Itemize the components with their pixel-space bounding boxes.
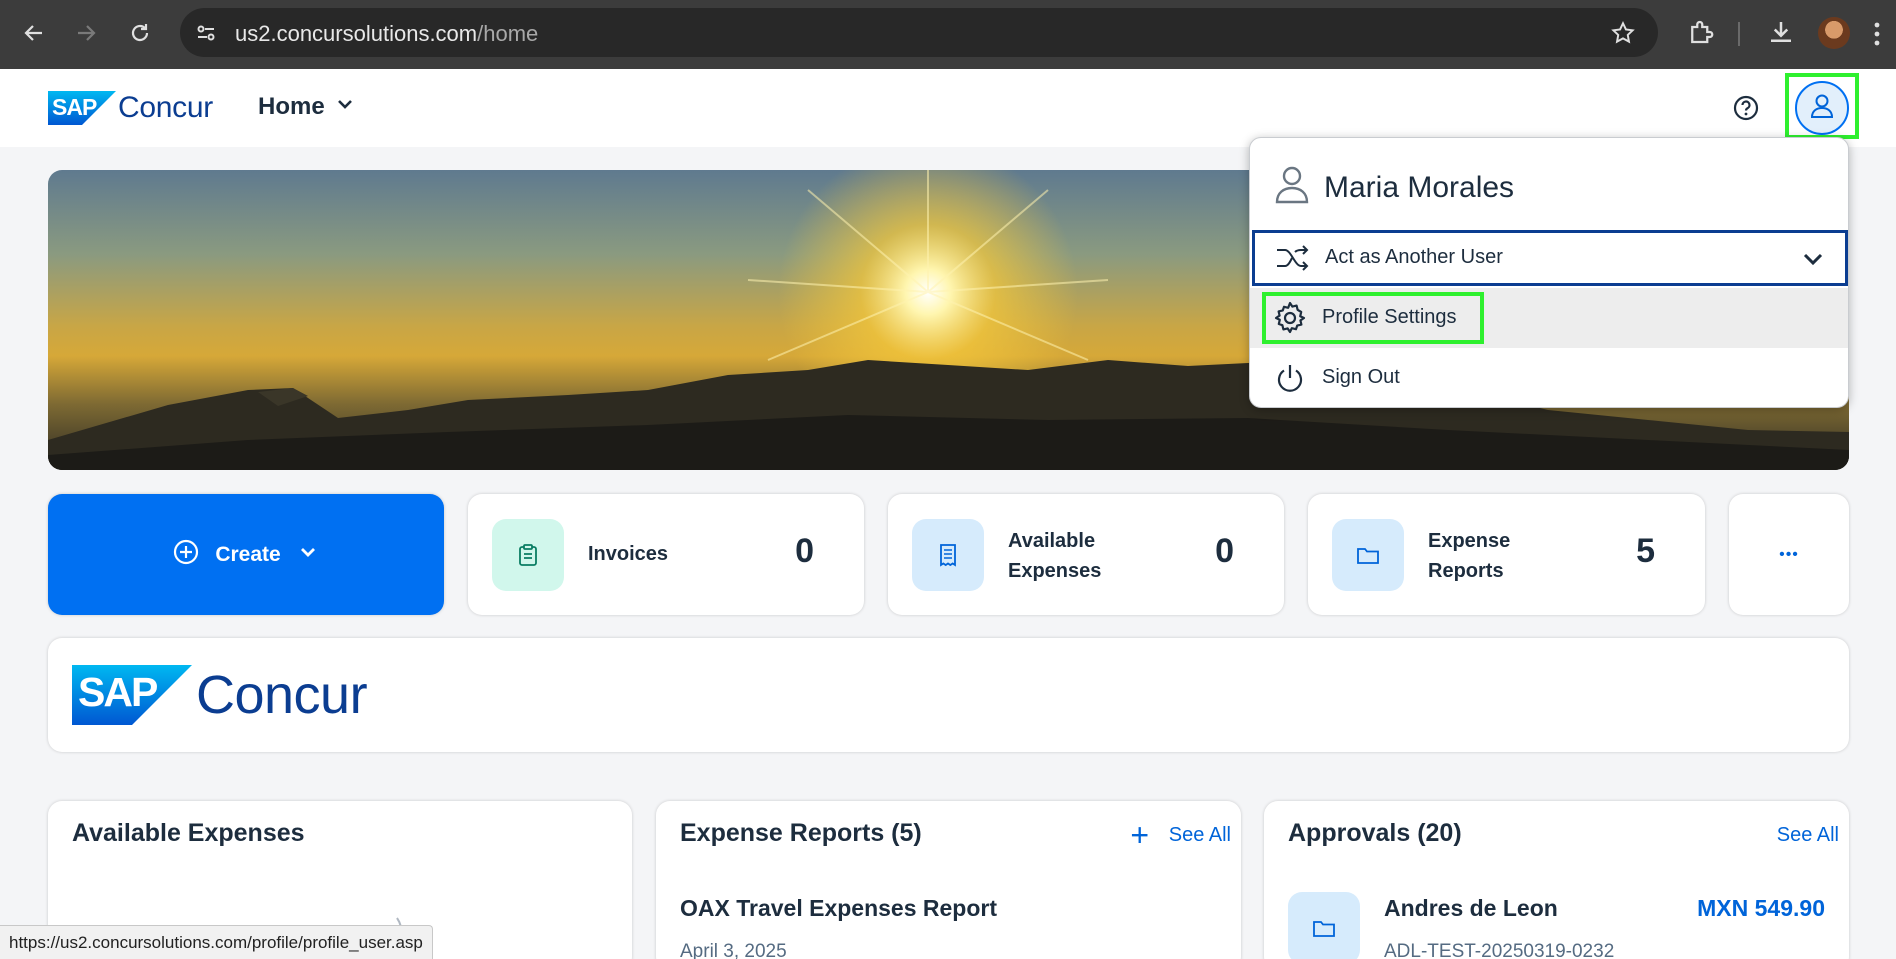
home-label: Home <box>258 93 325 120</box>
expense-reports-see-all-link[interactable]: See All <box>1169 824 1231 847</box>
toolbar-separator <box>1738 22 1740 46</box>
invoices-tile[interactable]: Invoices 0 <box>468 494 864 615</box>
expense-reports-tile[interactable]: Expense Reports 5 <box>1308 494 1705 615</box>
folder-icon <box>1288 892 1360 959</box>
forward-icon[interactable] <box>70 17 102 49</box>
bookmark-star-icon[interactable] <box>1610 20 1636 51</box>
approvals-card: Approvals (20) See All Andres de Leon MX… <box>1264 801 1849 959</box>
browser-profile-avatar[interactable] <box>1818 17 1850 49</box>
address-bar[interactable]: us2.concursolutions.com/home <box>180 8 1658 57</box>
sap-concur-logo[interactable]: SAP Concur <box>48 91 213 125</box>
folder-icon <box>1332 519 1404 591</box>
browser-toolbar: us2.concursolutions.com/home <box>0 0 1896 69</box>
expense-reports-title: Expense Reports (5) <box>680 819 922 847</box>
user-profile-button[interactable] <box>1795 81 1849 135</box>
clipboard-icon <box>492 519 564 591</box>
user-icon <box>1274 164 1310 212</box>
approval-item-id: ADL-TEST-20250319-0232 <box>1384 941 1615 959</box>
approval-item-amount: MXN 549.90 <box>1697 895 1825 921</box>
chevron-down-icon <box>335 93 355 121</box>
create-label: Create <box>215 542 281 566</box>
help-icon[interactable] <box>1731 93 1761 123</box>
create-button[interactable]: Create <box>48 494 444 615</box>
sign-out-item[interactable]: Sign Out <box>1250 348 1848 407</box>
menu-user-header: Maria Morales <box>1274 164 1514 212</box>
app-header: SAP Concur Home <box>0 69 1896 147</box>
act-as-another-user-item[interactable]: Act as Another User <box>1252 230 1848 286</box>
act-as-another-user-label: Act as Another User <box>1325 246 1503 268</box>
available-expenses-count: 0 <box>1215 532 1234 570</box>
back-icon[interactable] <box>18 17 50 49</box>
user-icon <box>1808 92 1836 125</box>
approvals-see-all-link[interactable]: See All <box>1777 824 1839 847</box>
profile-settings-item[interactable]: Profile Settings <box>1250 288 1848 348</box>
expense-reports-card: Expense Reports (5) + See All OAX Travel… <box>656 801 1241 959</box>
logo-text-large: Concur <box>196 665 368 725</box>
available-expenses-tile[interactable]: Available Expenses 0 <box>888 494 1284 615</box>
chevron-down-icon <box>297 541 319 569</box>
invoices-label: Invoices <box>588 543 669 565</box>
expense-reports-count: 5 <box>1636 532 1655 570</box>
download-icon[interactable] <box>1766 17 1796 52</box>
power-icon <box>1274 362 1306 399</box>
link-status-bar: https://us2.concursolutions.com/profile/… <box>0 925 433 959</box>
plus-circle-icon <box>173 539 199 571</box>
extensions-icon[interactable] <box>1686 17 1716 52</box>
available-expenses-title: Available Expenses <box>72 819 305 847</box>
expense-reports-label: Expense Reports <box>1428 530 1511 582</box>
browser-menu-icon[interactable] <box>1872 20 1882 53</box>
receipt-icon <box>912 519 984 591</box>
user-name: Maria Morales <box>1324 171 1515 204</box>
gear-icon <box>1272 300 1308 341</box>
approvals-title: Approvals (20) <box>1288 819 1462 847</box>
profile-settings-label: Profile Settings <box>1322 306 1457 328</box>
shuffle-icon <box>1275 243 1311 278</box>
more-tiles-button[interactable]: ••• <box>1729 494 1849 615</box>
site-info-icon[interactable] <box>194 21 218 45</box>
add-report-plus-icon[interactable]: + <box>1130 817 1149 854</box>
sign-out-label: Sign Out <box>1322 366 1400 388</box>
url-text: us2.concursolutions.com/home <box>235 21 539 46</box>
available-expenses-label: Available Expenses <box>1008 530 1102 582</box>
reload-icon[interactable] <box>124 17 156 49</box>
logo-text: Concur <box>118 91 213 124</box>
more-dots-icon: ••• <box>1779 545 1799 563</box>
chevron-down-icon <box>1801 247 1825 276</box>
approval-item-title[interactable]: Andres de Leon <box>1384 895 1558 922</box>
report-item-date: April 3, 2025 <box>680 941 787 959</box>
company-logo-card: SAP Concur <box>48 638 1849 752</box>
sap-logo-badge-large: SAP <box>72 665 192 725</box>
report-item-title[interactable]: OAX Travel Expenses Report <box>680 895 997 922</box>
invoices-count: 0 <box>795 532 814 570</box>
sap-concur-logo-large: SAP Concur <box>72 664 368 726</box>
user-menu-dropdown: Maria Morales Act as Another User Profil… <box>1249 137 1849 408</box>
sap-logo-badge: SAP <box>48 91 116 125</box>
home-menu[interactable]: Home <box>258 93 355 121</box>
